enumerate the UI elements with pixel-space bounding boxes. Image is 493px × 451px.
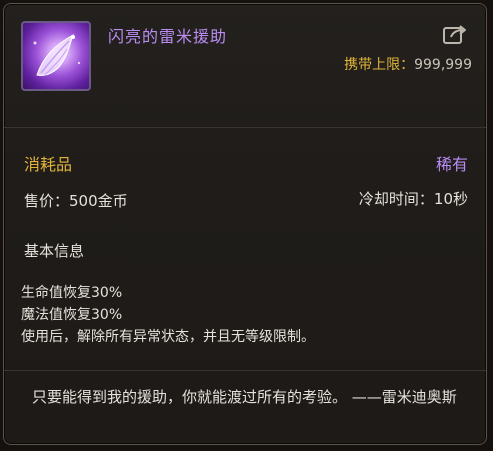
effects-list: 生命值恢复30% 魔法值恢复30% 使用后，解除所有异常状态，并且无等级限制。 <box>21 282 315 348</box>
item-rarity: 稀有 <box>435 155 468 174</box>
basic-info-title: 基本信息 <box>24 242 85 260</box>
divider <box>4 370 486 371</box>
item-tooltip: 闪亮的雷米援助 携带上限：999,999 消耗品 稀有 售价：500金币 冷却时… <box>3 3 487 445</box>
item-category: 消耗品 <box>24 155 73 174</box>
carry-limit-label: 携带上限： <box>344 57 415 73</box>
item-cooldown: 冷却时间：10秒 <box>358 190 468 208</box>
effect-line: 生命值恢复30% <box>21 285 123 301</box>
item-name: 闪亮的雷米援助 <box>108 27 228 46</box>
tooltip-header: 闪亮的雷米援助 携带上限：999,999 <box>4 4 486 128</box>
crystal-wing-icon <box>21 21 91 91</box>
carry-limit: 携带上限：999,999 <box>344 54 472 74</box>
item-price: 售价：500金币 <box>24 192 128 210</box>
effect-line: 使用后，解除所有异常状态，并且无等级限制。 <box>21 329 315 345</box>
share-icon[interactable] <box>442 24 468 46</box>
carry-limit-value: 999,999 <box>414 57 472 73</box>
flavor-quote: 只要能得到我的援助，你就能渡过所有的考验。 ——雷米迪奥斯 <box>32 388 457 406</box>
effect-line: 魔法值恢复30% <box>21 307 123 323</box>
